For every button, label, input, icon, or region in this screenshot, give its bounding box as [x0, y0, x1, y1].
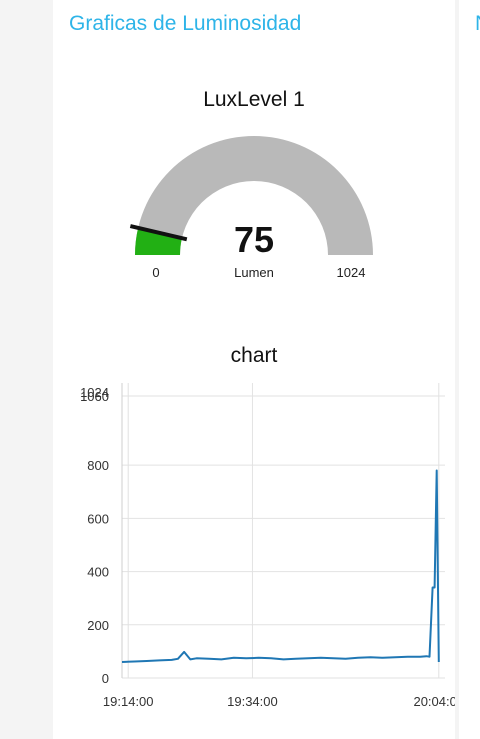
- y-tick-label: 200: [87, 618, 109, 633]
- next-group-title: N: [475, 12, 480, 36]
- x-tick-label: 19:34:00: [227, 694, 278, 709]
- y-top-label: 1024: [80, 385, 109, 400]
- y-tick-label: 400: [87, 565, 109, 580]
- series-line: [121, 469, 440, 663]
- y-tick-label: 600: [87, 511, 109, 526]
- x-tick-label: 20:04:00: [413, 694, 455, 709]
- next-group-card: N: [459, 0, 480, 739]
- line-chart: 0200400600800106019:14:00 19:34:00 20:04:0…: [80, 383, 455, 709]
- y-tick-label: 800: [87, 458, 109, 473]
- x-tick-label: 19:14:00: [103, 694, 154, 709]
- group-card: Graficas de Luminosidad LuxLevel 1 75 Lu…: [53, 0, 455, 739]
- y-tick-label: 0: [102, 671, 109, 686]
